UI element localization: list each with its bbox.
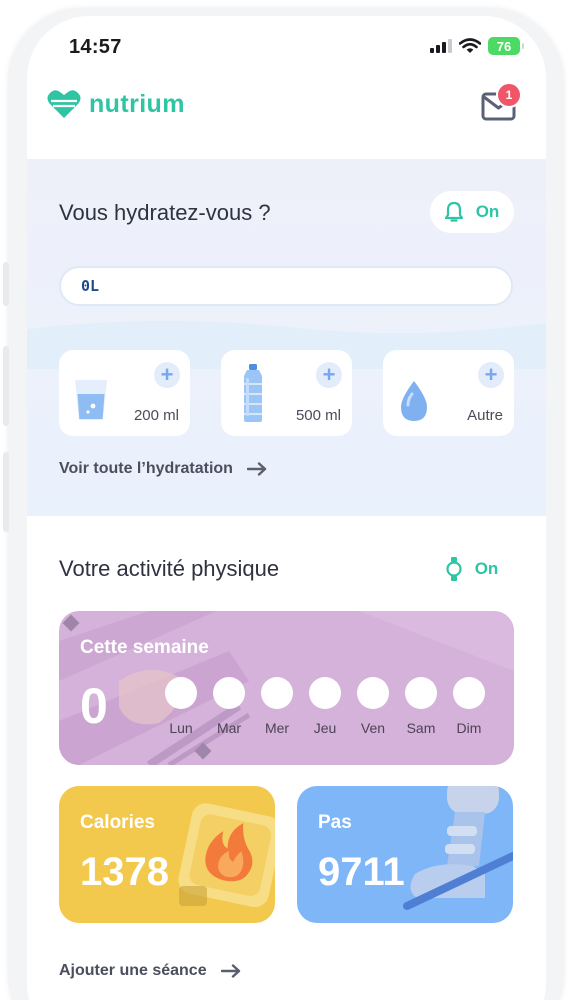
- day-indicator: [357, 677, 389, 709]
- battery-icon: 76: [488, 37, 524, 55]
- day-indicator: [309, 677, 341, 709]
- phone-screen: 14:57 76 nutrium 1 Vous hydratez-vous ? …: [27, 16, 546, 1000]
- arrow-right-icon: [220, 964, 240, 978]
- day-label: Lun: [169, 720, 193, 736]
- add-500ml-button[interactable]: +: [316, 362, 342, 388]
- wifi-icon: [459, 38, 481, 53]
- week-days: Lun Mar Mer Jeu Ven Sam Dim: [165, 677, 485, 736]
- bottle-icon: [244, 364, 262, 422]
- drink-card-other[interactable]: + Autre: [383, 350, 514, 436]
- add-200ml-button[interactable]: +: [154, 362, 180, 388]
- day-item: Jeu: [309, 677, 341, 736]
- drink-label-200ml: 200 ml: [133, 407, 179, 424]
- activity-tracker-toggle[interactable]: On: [430, 548, 514, 590]
- day-label: Mer: [264, 720, 290, 736]
- day-indicator: [261, 677, 293, 709]
- water-amount-field[interactable]: 0L: [59, 266, 513, 306]
- status-time: 14:57: [69, 36, 122, 58]
- activity-title: Votre activité physique: [59, 556, 280, 581]
- bell-icon: [444, 201, 463, 222]
- battery-level: 76: [496, 38, 512, 54]
- mute-switch: [3, 262, 9, 306]
- brand-name: nutrium: [89, 89, 185, 118]
- drink-card-500ml[interactable]: + 500 ml: [221, 350, 352, 436]
- activity-tracker-state: On: [474, 559, 499, 578]
- brand-logo: nutrium: [47, 89, 185, 119]
- drop-icon: [401, 381, 427, 421]
- day-label: Ven: [360, 720, 386, 736]
- day-indicator: [213, 677, 245, 709]
- day-indicator: [453, 677, 485, 709]
- volume-up-button: [3, 346, 9, 426]
- hydration-title: Vous hydratez-vous ?: [59, 200, 271, 225]
- day-label: Mar: [216, 720, 242, 736]
- add-session-link[interactable]: Ajouter une séance: [59, 962, 241, 980]
- drink-label-500ml: 500 ml: [295, 407, 341, 424]
- steps-value: 9711: [318, 850, 405, 894]
- day-item: Lun: [165, 677, 197, 736]
- add-other-button[interactable]: +: [478, 362, 504, 388]
- smartwatch-icon: [446, 557, 462, 581]
- day-label: Dim: [456, 720, 482, 736]
- see-all-hydration-link[interactable]: Voir toute l’hydratation: [59, 460, 267, 478]
- notification-badge: 1: [496, 82, 522, 108]
- calories-label: Calories: [80, 812, 155, 833]
- drink-card-200ml[interactable]: + 200 ml: [59, 350, 190, 436]
- status-icons: 76: [430, 37, 524, 55]
- water-amount-value: 0L: [81, 277, 100, 295]
- weekly-title: Cette semaine: [80, 637, 209, 658]
- glass-icon: [75, 380, 107, 420]
- day-item: Dim: [453, 677, 485, 736]
- steps-card[interactable]: Pas 9711: [297, 786, 513, 923]
- steps-label: Pas: [318, 812, 352, 833]
- weekly-session-count: 0: [80, 678, 108, 734]
- day-indicator: [165, 677, 197, 709]
- arrow-right-icon: [246, 462, 267, 476]
- see-all-hydration-label: Voir toute l’hydratation: [59, 460, 233, 477]
- day-label: Sam: [406, 720, 436, 736]
- day-indicator: [405, 677, 437, 709]
- add-session-label: Ajouter une séance: [59, 962, 207, 979]
- volume-down-button: [3, 452, 9, 532]
- day-item: Sam: [405, 677, 437, 736]
- cellular-signal-icon: [430, 39, 452, 53]
- hydration-reminder-state: On: [475, 202, 500, 221]
- day-item: Ven: [357, 677, 389, 736]
- day-label: Jeu: [313, 720, 337, 736]
- heart-logo-icon: [47, 90, 81, 118]
- calories-value: 1378: [80, 850, 169, 894]
- drink-label-other: Autre: [467, 407, 503, 424]
- weekly-activity-card[interactable]: Cette semaine 0 Lun Mar Mer Jeu Ven Sam …: [59, 611, 514, 765]
- day-item: Mer: [261, 677, 293, 736]
- calories-card[interactable]: Calories 1378: [59, 786, 275, 923]
- hydration-reminder-toggle[interactable]: On: [430, 191, 514, 233]
- day-item: Mar: [213, 677, 245, 736]
